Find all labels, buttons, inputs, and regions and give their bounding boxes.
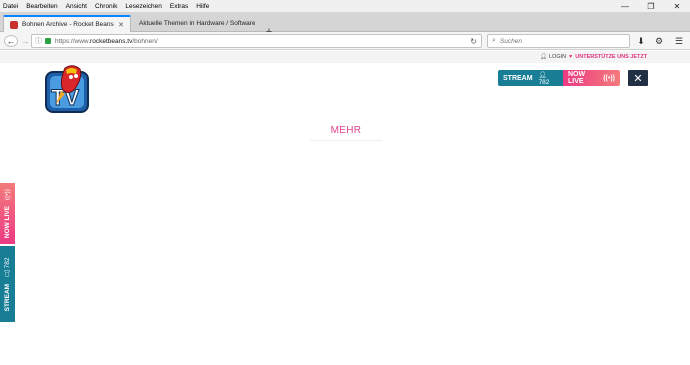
side-live-label: NOW LIVE: [4, 205, 11, 239]
navigation-bar: ← → ⓘ https://www.rocketbeans.tv/bohnen/…: [0, 32, 690, 50]
login-label: LOGIN: [548, 54, 567, 60]
viewer-count: 👤︎ 782: [538, 71, 550, 86]
tab-close-icon[interactable]: ✕: [118, 21, 124, 29]
live-signal-icon: ((•)): [603, 74, 615, 82]
support-label: UNTERSTÜTZE UNS JETZT: [575, 54, 648, 60]
side-now-live-tab[interactable]: NOW LIVE ((•)): [0, 183, 15, 244]
tab-strip: Bohnen Archive - Rocket Beans T... ✕ Akt…: [0, 12, 690, 38]
menu-bearbeiten[interactable]: Bearbeiten: [26, 3, 57, 10]
tab-bohnen-archive[interactable]: Bohnen Archive - Rocket Beans T... ✕: [3, 15, 131, 32]
more-button[interactable]: MEHR: [310, 121, 382, 141]
side-viewer-count: 👤︎ 782: [3, 256, 11, 278]
login-link[interactable]: 👤︎ LOGIN: [540, 54, 566, 60]
menu-ansicht[interactable]: Ansicht: [66, 3, 87, 10]
close-x-icon: ✕: [633, 72, 643, 85]
hamburger-menu-icon[interactable]: ☰: [673, 35, 685, 47]
address-bar[interactable]: ⓘ https://www.rocketbeans.tv/bohnen/ ↻: [31, 34, 482, 48]
back-arrow-icon[interactable]: ←: [4, 35, 18, 47]
url-text: https://www.rocketbeans.tv/bohnen/: [55, 37, 158, 45]
stream-segment[interactable]: STREAM 👤︎ 782: [498, 70, 563, 86]
stream-live-button[interactable]: STREAM 👤︎ 782 NOW LIVE ((•)): [498, 70, 620, 86]
close-window-icon[interactable]: ✕: [664, 0, 690, 12]
close-menu-button[interactable]: ✕: [628, 70, 648, 86]
rbtv-favicon-icon: [10, 20, 18, 29]
tab-label: Bohnen Archive - Rocket Beans T...: [22, 21, 116, 28]
stream-label: STREAM: [503, 74, 533, 82]
menu-extras[interactable]: Extras: [170, 3, 188, 10]
rocket-beans-tv-logo[interactable]: TV: [43, 64, 91, 114]
tab-aktuelle-themen[interactable]: Aktuelle Themen in Hardware / Software -…: [133, 15, 261, 32]
support-link[interactable]: ♥ UNTERSTÜTZE UNS JETZT: [569, 54, 647, 60]
restore-icon[interactable]: ❐: [638, 0, 664, 12]
more-label: MEHR: [330, 125, 362, 136]
search-input[interactable]: [499, 37, 610, 45]
reload-icon[interactable]: ↻: [470, 37, 477, 46]
downloads-icon[interactable]: ⬇: [636, 35, 646, 47]
window-controls: — ❐ ✕: [612, 0, 690, 12]
now-live-label: NOW LIVE: [568, 71, 586, 85]
settings-gear-icon[interactable]: ⚙: [654, 35, 664, 47]
tab-label: Aktuelle Themen in Hardware / Software -…: [139, 20, 255, 27]
now-live-segment[interactable]: NOW LIVE ((•)): [563, 70, 620, 86]
minimize-icon[interactable]: —: [612, 0, 638, 12]
menu-hilfe[interactable]: Hilfe: [196, 3, 209, 10]
info-icon[interactable]: ⓘ: [35, 36, 42, 46]
lock-icon: [45, 38, 51, 44]
live-signal-icon: ((•)): [4, 188, 11, 200]
forward-arrow-icon[interactable]: →: [20, 35, 30, 47]
user-icon: 👤︎: [540, 54, 547, 60]
side-stream-label: STREAM: [3, 283, 11, 312]
menu-bar: Datei Bearbeiten Ansicht Chronik Lesezei…: [0, 0, 690, 12]
menu-lesezeichen[interactable]: Lesezeichen: [125, 3, 162, 10]
menu-datei[interactable]: Datei: [3, 3, 18, 10]
side-stream-tab[interactable]: STREAM 👤︎ 782: [0, 246, 15, 322]
page-content: 👤︎ LOGIN ♥ UNTERSTÜTZE UNS JETZT TV STREAM…: [0, 51, 690, 365]
heart-icon: ♥: [569, 54, 573, 60]
search-bar[interactable]: ⌕: [487, 34, 630, 48]
menu-chronik[interactable]: Chronik: [95, 3, 117, 10]
search-icon: ⌕: [492, 37, 496, 44]
